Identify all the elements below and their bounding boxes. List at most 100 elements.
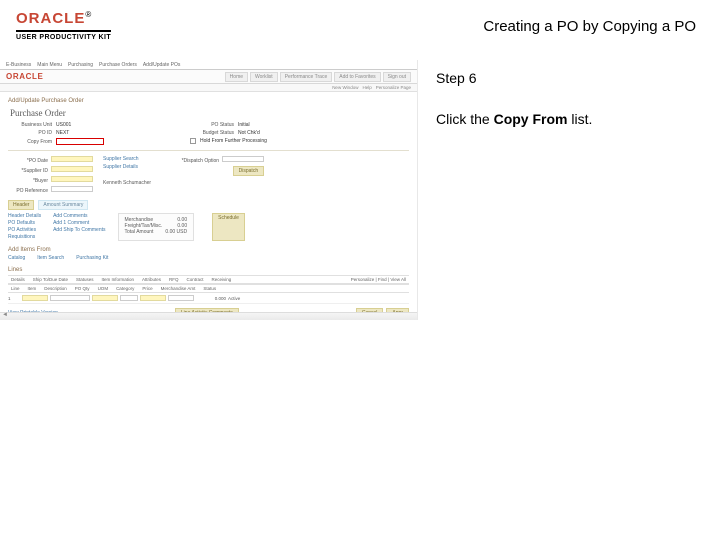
header-content: Header Details PO Defaults PO Activities…: [8, 213, 409, 241]
nav-tab-signout[interactable]: Sign out: [383, 72, 411, 82]
buyer-input[interactable]: [51, 176, 93, 182]
copy-from-dropdown[interactable]: [56, 138, 104, 145]
screenshot-area: E-Business Main Menu Purchasing Purchase…: [0, 60, 418, 320]
lines-columns: Line Item Description PO Qty UOM Categor…: [8, 284, 409, 293]
kv-postatus-value: Initial: [238, 122, 250, 128]
subbar-newwin[interactable]: New Window: [332, 85, 358, 90]
link-catalog[interactable]: Catalog: [8, 255, 25, 261]
row-qty-input[interactable]: [92, 295, 118, 301]
col-cat: Category: [113, 286, 137, 291]
instr-prefix: Click the: [436, 111, 494, 127]
crumb-2: Purchasing: [68, 62, 93, 68]
link-po-defaults[interactable]: PO Defaults: [8, 220, 41, 226]
brand-subtitle: USER PRODUCTIVITY KIT: [16, 34, 111, 41]
instr-suffix: list.: [567, 111, 592, 127]
step-label: Step 6: [436, 70, 720, 86]
add-items-heading: Add Items From: [8, 247, 409, 253]
lt-details[interactable]: Details: [8, 277, 28, 282]
lt-contract[interactable]: Contract: [184, 277, 207, 282]
brand-block: ORACLE® USER PRODUCTIVITY KIT: [16, 10, 111, 41]
col-desc: Description: [41, 286, 70, 291]
col-uom: UOM: [95, 286, 112, 291]
buyer-name: Kenneth Schumacher: [103, 180, 151, 186]
kv-bu-value: US001: [56, 122, 71, 128]
nav-tabs: Home Worklist Performance Trace Add to F…: [225, 72, 411, 82]
table-row: 1 0.000 Active: [8, 293, 409, 304]
lt-iteminfo[interactable]: Item Information: [98, 277, 137, 282]
kv-poid-value: NEXT: [56, 130, 69, 136]
po-header-grid: Business UnitUS001 PO IDNEXT Copy From P…: [8, 122, 409, 145]
podate-input[interactable]: [51, 156, 93, 162]
kv-budget-label: Budget Status: [190, 130, 234, 136]
dispatch-button[interactable]: Dispatch: [233, 166, 264, 176]
kv-budget-value: Not Chk'd: [238, 130, 260, 136]
kv-poid-label: PO ID: [8, 130, 52, 136]
col-price: Price: [139, 286, 155, 291]
supplierid-input[interactable]: [51, 166, 93, 172]
dispatch-label: *Dispatch Option: [179, 158, 219, 164]
scrollbar[interactable]: [0, 312, 417, 320]
supplier-search-link[interactable]: Supplier Search: [103, 156, 151, 162]
link-add-1-comment[interactable]: Add 1 Comment: [53, 220, 105, 226]
lt-statuses[interactable]: Statuses: [73, 277, 97, 282]
nav-tab-worklist[interactable]: Worklist: [250, 72, 278, 82]
po-body: Add/Update Purchase Order Purchase Order…: [0, 92, 417, 320]
nav-tab-fav[interactable]: Add to Favorites: [334, 72, 380, 82]
schedule-button[interactable]: Schedule: [212, 213, 245, 241]
link-po-activities[interactable]: PO Activities: [8, 227, 41, 233]
crumb-0: E-Business: [6, 62, 31, 68]
hold-checkbox[interactable]: [190, 138, 196, 144]
divider: [8, 150, 409, 151]
subbar-personalize[interactable]: Personalize Page: [376, 85, 411, 90]
link-item-search[interactable]: Item Search: [37, 255, 64, 261]
col-qty: PO Qty: [72, 286, 93, 291]
row-price-input[interactable]: [168, 295, 194, 301]
subbar-help[interactable]: Help: [362, 85, 371, 90]
kv-copyfrom-label: Copy From: [8, 139, 52, 145]
row-status: Active: [228, 296, 240, 301]
row-cat-input[interactable]: [140, 295, 166, 301]
instruction-text: Click the Copy From list.: [436, 110, 720, 129]
lt-attr[interactable]: Attributes: [139, 277, 164, 282]
lines-toolbar[interactable]: Personalize | Find | View All: [348, 277, 409, 282]
lines-tabstrip: Details Ship To/Due Date Statuses Item I…: [8, 275, 409, 284]
link-add-shipto-comments[interactable]: Add Ship To Comments: [53, 227, 105, 233]
lt-recv[interactable]: Receiving: [209, 277, 235, 282]
sum-total-k: Total Amount: [125, 229, 154, 235]
link-header-details[interactable]: Header Details: [8, 213, 41, 219]
row-item-input[interactable]: [22, 295, 48, 301]
tab-amount-summary[interactable]: Amount Summary: [38, 200, 88, 210]
sub-toolbar: New Window Help Personalize Page: [0, 84, 417, 92]
poref-input[interactable]: [51, 186, 93, 192]
nav-tab-perf[interactable]: Performance Trace: [280, 72, 333, 82]
kv-postatus-label: PO Status: [190, 122, 234, 128]
brand-r: ®: [85, 10, 91, 19]
kv-hold-label: Hold From Further Processing: [200, 138, 267, 144]
buyer-label: *Buyer: [8, 178, 48, 184]
instruction-pane: Step 6 Click the Copy From list.: [418, 60, 720, 360]
header-links-2: Add Comments Add 1 Comment Add Ship To C…: [53, 213, 105, 241]
header-links: Header Details PO Defaults PO Activities…: [8, 213, 41, 241]
podate-label: *PO Date: [8, 158, 48, 164]
lt-shipto[interactable]: Ship To/Due Date: [30, 277, 71, 282]
nav-tab-home[interactable]: Home: [225, 72, 248, 82]
link-purchasing-kit[interactable]: Purchasing Kit: [76, 255, 108, 261]
app-logo: ORACLE: [6, 72, 43, 81]
po-title: Purchase Order: [10, 108, 409, 118]
lt-rfq[interactable]: RFQ: [166, 277, 182, 282]
sum-total-v: 0.00 USD: [165, 229, 187, 235]
dispatch-select[interactable]: [222, 156, 264, 162]
brand-name: ORACLE: [16, 10, 85, 27]
link-add-comments[interactable]: Add Comments: [53, 213, 105, 219]
brand-name-row: ORACLE®: [16, 10, 111, 28]
supplierid-label: *Supplier ID: [8, 168, 48, 174]
col-line: Line: [8, 286, 23, 291]
col-item: Item: [25, 286, 40, 291]
crumb-4: Add/Update POs: [143, 62, 181, 68]
row-desc-input[interactable]: [50, 295, 90, 301]
row-uom-input[interactable]: [120, 295, 138, 301]
supplier-details-link[interactable]: Supplier Details: [103, 164, 151, 170]
tab-header[interactable]: Header: [8, 200, 34, 210]
mid-row: *PO Date *Supplier ID *Buyer PO Referenc…: [8, 156, 409, 194]
link-requisitions[interactable]: Requisitions: [8, 234, 41, 240]
